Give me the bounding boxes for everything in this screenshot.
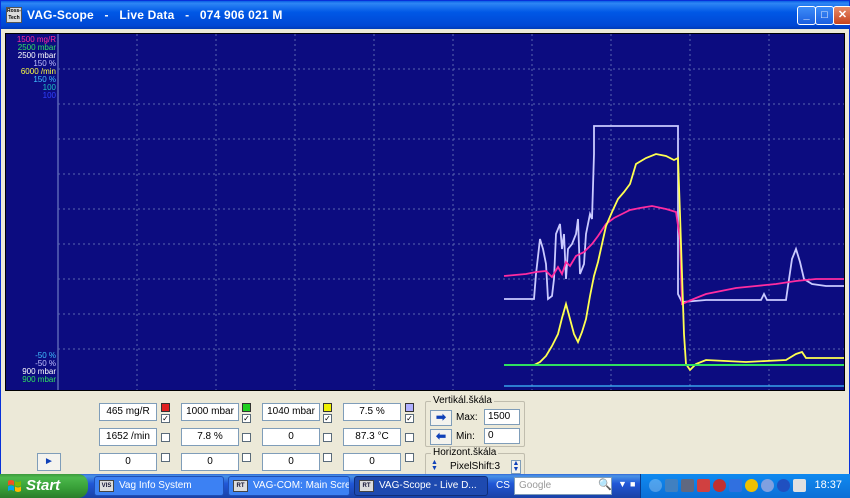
channel-color-1 xyxy=(161,403,170,412)
clock: 18:37 xyxy=(814,479,842,491)
value-box-5: 1652 /min xyxy=(99,428,157,446)
value-box-12: 0 xyxy=(343,453,401,471)
trace-lavender xyxy=(504,125,844,303)
security-icon[interactable] xyxy=(713,479,726,492)
spin-left-icon[interactable]: ▲ ▼ xyxy=(431,459,439,474)
update-icon[interactable] xyxy=(761,479,774,492)
channel-checkbox-4[interactable]: ✓ xyxy=(405,414,414,423)
start-button[interactable]: Start xyxy=(0,474,88,498)
close-button[interactable]: ✕ xyxy=(833,6,850,25)
window-title: VAG-Scope - Live Data - 074 906 021 M xyxy=(27,8,283,22)
task-vag-com[interactable]: RT VAG-COM: Main Screen xyxy=(228,476,350,496)
task-vag-info[interactable]: VIS Vag Info System xyxy=(94,476,224,496)
network-icon[interactable] xyxy=(665,479,678,492)
value-box-4: 7.5 % xyxy=(343,403,401,421)
vertical-scale-group: Vertikál.škála ➡ Max: 1500 ⬅ Min: 0 xyxy=(425,395,525,447)
pixel-shift-label: PixelShift:3 xyxy=(450,461,501,472)
task-label: Vag Info System xyxy=(119,480,192,491)
arrow-right-icon[interactable]: ➡ xyxy=(430,410,452,426)
monitor-icon[interactable] xyxy=(681,479,694,492)
bluetooth-icon[interactable] xyxy=(729,479,742,492)
channel-checkbox-1[interactable]: ✓ xyxy=(161,414,170,423)
title-bar[interactable]: Ross-Tech VAG-Scope - Live Data - 074 90… xyxy=(1,1,850,29)
channel-checkbox-6[interactable] xyxy=(242,433,251,442)
antivirus-icon[interactable] xyxy=(697,479,710,492)
task-label: VAG-COM: Main Screen xyxy=(253,480,349,491)
windows-flag-icon xyxy=(8,480,21,492)
search-icon[interactable]: 🔍 xyxy=(598,478,612,491)
max-input[interactable]: 1500 xyxy=(484,409,520,425)
task-vag-scope[interactable]: RT VAG-Scope - Live D... xyxy=(354,476,488,496)
value-box-9: 0 xyxy=(99,453,157,471)
start-label: Start xyxy=(26,477,61,494)
value-box-10: 0 xyxy=(181,453,239,471)
arrow-left-icon[interactable]: ⬅ xyxy=(430,429,452,445)
value-box-8: 87.3 °C xyxy=(343,428,401,446)
channel-checkbox-8[interactable] xyxy=(405,433,414,442)
task-label: VAG-Scope - Live D... xyxy=(379,480,477,491)
system-tray: 18:37 xyxy=(640,474,850,498)
vertical-scale-label: Vertikál.škála xyxy=(431,395,494,406)
cs-label: CS xyxy=(496,480,510,491)
channel-checkbox-7[interactable] xyxy=(323,433,332,442)
channel-checkbox-11[interactable] xyxy=(323,453,332,462)
scope-plot: 1500 mg/R 2500 mbar 2500 mbar 150 % 6000 /mi… xyxy=(5,33,845,391)
play-button[interactable]: ► xyxy=(37,453,61,471)
channel-checkbox-9[interactable] xyxy=(161,453,170,462)
maximize-button[interactable]: □ xyxy=(815,6,834,25)
messenger-icon[interactable] xyxy=(745,479,758,492)
max-label: Max: xyxy=(456,412,478,423)
desktop-icon[interactable]: ■ xyxy=(630,479,635,489)
y-axis-label: 900 mbar xyxy=(22,375,56,384)
ross-tech-icon: RT xyxy=(233,480,248,492)
horizontal-scale-group: Horizont.škála ▲ ▼ PixelShift:3 ▲ ▼ xyxy=(425,447,525,475)
value-box-11: 0 xyxy=(262,453,320,471)
channel-checkbox-10[interactable] xyxy=(242,453,251,462)
channel-checkbox-5[interactable] xyxy=(161,433,170,442)
horizontal-scale-label: Horizont.škála xyxy=(431,447,499,458)
taskbar: Start VIS Vag Info System RT VAG-COM: Ma… xyxy=(0,474,850,498)
value-box-7: 0 xyxy=(262,428,320,446)
channel-color-3 xyxy=(323,403,332,412)
channel-checkbox-12[interactable] xyxy=(405,453,414,462)
info-icon[interactable] xyxy=(777,479,790,492)
min-label: Min: xyxy=(456,431,475,442)
vis-icon: VIS xyxy=(99,480,114,492)
volume-icon[interactable] xyxy=(793,479,806,492)
value-box-6: 7.8 % xyxy=(181,428,239,446)
value-box-1: 465 mg/R xyxy=(99,403,157,421)
value-box-3: 1040 mbar xyxy=(262,403,320,421)
scope-chart xyxy=(57,34,844,390)
channel-color-4 xyxy=(405,403,414,412)
value-box-2: 1000 mbar xyxy=(181,403,239,421)
y-axis-label: 100 xyxy=(42,91,56,100)
ross-tech-icon: RT xyxy=(359,480,374,492)
min-input[interactable]: 0 xyxy=(484,428,520,444)
control-panel: 465 mg/R ✓ 1000 mbar ✓ 1040 mbar ✓ 7.5 %… xyxy=(1,393,849,475)
channel-checkbox-2[interactable]: ✓ xyxy=(242,414,251,423)
channel-color-2 xyxy=(242,403,251,412)
channel-checkbox-3[interactable]: ✓ xyxy=(323,414,332,423)
tray-expand-icon[interactable] xyxy=(649,479,662,492)
app-icon: Ross-Tech xyxy=(6,7,22,23)
vag-scope-window: Ross-Tech VAG-Scope - Live Data - 074 90… xyxy=(0,0,850,475)
pixel-shift-spinner[interactable]: ▲ ▼ xyxy=(511,460,521,474)
chevron-down-icon[interactable]: ▼ xyxy=(618,479,627,489)
minimize-button[interactable]: _ xyxy=(797,6,816,25)
